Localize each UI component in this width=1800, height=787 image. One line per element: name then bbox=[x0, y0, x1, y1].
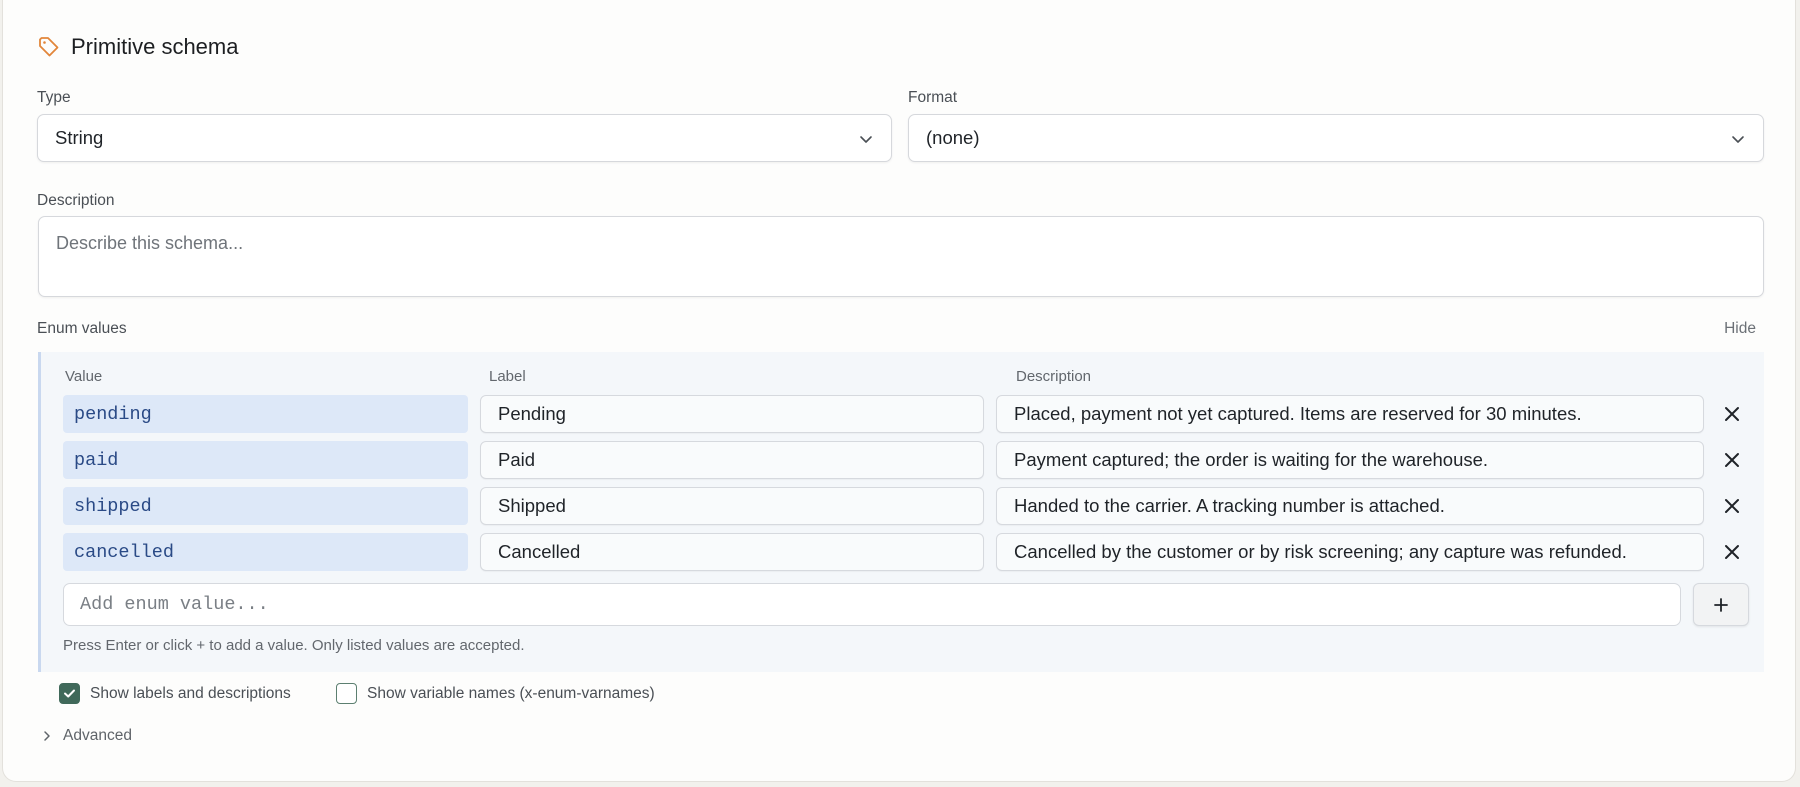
enum-value-input[interactable]: paid bbox=[63, 441, 468, 479]
enum-row: paid Paid Payment captured; the order is… bbox=[41, 441, 1767, 479]
advanced-label: Advanced bbox=[63, 727, 132, 744]
format-select[interactable]: (none) bbox=[908, 114, 1764, 162]
schema-card: Primitive schema Type String Format (non… bbox=[2, 0, 1796, 782]
column-header-label: Label bbox=[489, 368, 526, 385]
enum-row: shipped Shipped Handed to the carrier. A… bbox=[41, 487, 1767, 525]
card-header: Primitive schema bbox=[37, 34, 238, 60]
check-icon bbox=[64, 689, 75, 698]
chevron-down-icon bbox=[860, 136, 872, 143]
show-varnames-checkbox[interactable] bbox=[336, 683, 357, 704]
enum-value-input[interactable]: shipped bbox=[63, 487, 468, 525]
enum-hint-text: Press Enter or click + to add a value. O… bbox=[63, 637, 525, 654]
plus-icon bbox=[1714, 597, 1728, 612]
enum-values-panel: Value Label Description pending Pending … bbox=[38, 352, 1764, 672]
enum-description-input[interactable]: Handed to the carrier. A tracking number… bbox=[996, 487, 1704, 525]
chevron-down-icon bbox=[1732, 136, 1744, 143]
format-select-value: (none) bbox=[926, 127, 980, 148]
show-labels-option[interactable]: Show labels and descriptions bbox=[59, 683, 291, 704]
type-select-value: String bbox=[55, 127, 104, 148]
enum-value-input[interactable]: pending bbox=[63, 395, 468, 433]
close-icon[interactable] bbox=[1721, 449, 1743, 471]
description-label: Description bbox=[37, 192, 115, 209]
advanced-toggle[interactable]: Advanced bbox=[41, 727, 132, 745]
format-label: Format bbox=[908, 89, 958, 106]
close-icon[interactable] bbox=[1721, 403, 1743, 425]
type-label: Type bbox=[37, 89, 71, 106]
hide-enum-link[interactable]: Hide bbox=[1724, 320, 1756, 338]
enum-value-input[interactable]: cancelled bbox=[63, 533, 468, 571]
show-labels-checkbox[interactable] bbox=[59, 683, 80, 704]
add-enum-input[interactable]: Add enum value... bbox=[63, 583, 1681, 626]
chevron-right-icon bbox=[44, 731, 50, 741]
column-header-description: Description bbox=[1016, 368, 1092, 385]
enum-row: cancelled Cancelled Cancelled by the cus… bbox=[41, 533, 1767, 571]
enum-label-input[interactable]: Pending bbox=[480, 395, 984, 433]
close-icon[interactable] bbox=[1721, 495, 1743, 517]
description-textarea[interactable]: Describe this schema... bbox=[38, 216, 1764, 297]
enum-description-input[interactable]: Cancelled by the customer or by risk scr… bbox=[996, 533, 1704, 571]
page-title: Primitive schema bbox=[71, 34, 239, 59]
type-select[interactable]: String bbox=[37, 114, 892, 162]
tag-icon bbox=[39, 37, 59, 57]
enum-label-input[interactable]: Paid bbox=[480, 441, 984, 479]
enum-row: pending Pending Placed, payment not yet … bbox=[41, 395, 1767, 433]
show-labels-label: Show labels and descriptions bbox=[90, 684, 291, 702]
enum-description-input[interactable]: Placed, payment not yet captured. Items … bbox=[996, 395, 1704, 433]
column-header-value: Value bbox=[65, 368, 103, 385]
close-icon[interactable] bbox=[1721, 541, 1743, 563]
enum-values-label: Enum values bbox=[37, 320, 127, 337]
enum-label-input[interactable]: Shipped bbox=[480, 487, 984, 525]
enum-label-input[interactable]: Cancelled bbox=[480, 533, 984, 571]
add-enum-button[interactable] bbox=[1693, 583, 1749, 626]
show-varnames-label: Show variable names (x-enum-varnames) bbox=[367, 684, 655, 702]
enum-description-input[interactable]: Payment captured; the order is waiting f… bbox=[996, 441, 1704, 479]
show-varnames-option[interactable]: Show variable names (x-enum-varnames) bbox=[336, 683, 655, 704]
